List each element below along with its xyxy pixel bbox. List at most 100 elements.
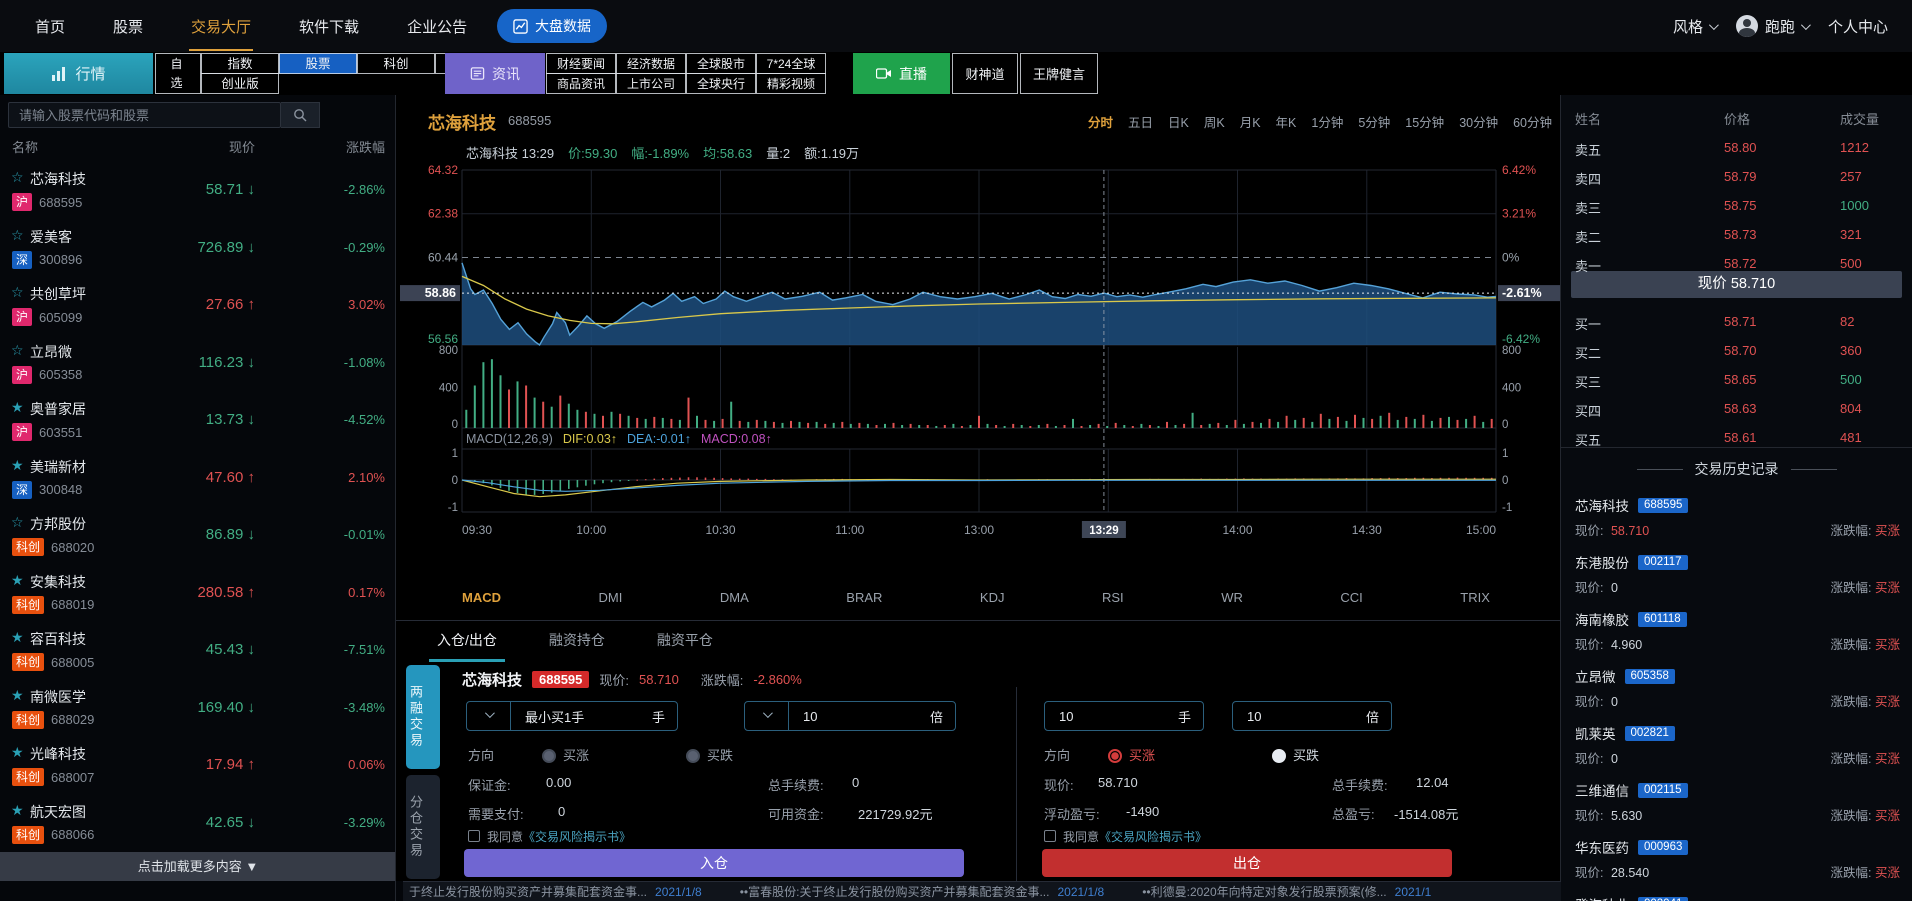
trade-tab-2[interactable]: 融资持仓 (541, 630, 613, 662)
history-item[interactable]: 芯海科技688595现价: 58.710涨跌幅: 买涨 (1561, 489, 1912, 546)
side-tab-1[interactable]: 两融交易 (406, 665, 440, 769)
market-tab-row2-1[interactable]: 创业版 (201, 73, 279, 94)
star-filled-icon[interactable]: ★ (11, 687, 24, 704)
wangpai-tab[interactable]: 王牌健言 (1020, 53, 1098, 94)
close-leverage-input[interactable]: 10 倍 (1232, 701, 1392, 731)
buy-up-radio-selected[interactable]: 买涨 (1108, 745, 1155, 764)
news-tab-财经要闻[interactable]: 财经要闻 (546, 53, 616, 74)
trade-tab-3[interactable]: 融资平仓 (649, 630, 721, 662)
style-menu[interactable]: 风格 (1673, 16, 1716, 37)
star-outline-icon[interactable]: ☆ (11, 227, 24, 244)
intraday-chart[interactable]: 64.3262.3860.4458.8656.566.42%3.21%0%-2.… (396, 160, 1561, 550)
stock-row[interactable]: ☆方邦股份科创68802086.89 ↓-0.01% (0, 507, 396, 565)
news-tab-全球央行[interactable]: 全球央行 (686, 73, 756, 94)
history-item[interactable]: 三维通信002115现价: 5.630涨跌幅: 买涨 (1561, 774, 1912, 831)
close-quantity-input[interactable]: 10 手 (1044, 701, 1204, 731)
news-ticker[interactable]: 于终止发行股份购买资产并募集配套资金事...2021/1/8 ••富春股份:关于终… (403, 881, 1561, 901)
star-filled-icon[interactable]: ★ (11, 802, 24, 819)
period-tab-年K[interactable]: 年K (1276, 112, 1297, 131)
load-more-button[interactable]: 点击加载更多内容 ▼ (0, 852, 396, 881)
ticker-item[interactable]: ••利德曼:2020年向特定对象发行股票预案(修...2021/1 (1142, 883, 1431, 900)
news-tab-商品资讯[interactable]: 商品资讯 (546, 73, 616, 94)
buy-down-radio[interactable]: 买跌 (1272, 745, 1319, 764)
news-tab-7*24全球[interactable]: 7*24全球 (756, 53, 826, 74)
stock-row[interactable]: ☆共创草坪沪60509927.66 ↑3.02% (0, 277, 396, 335)
period-tab-1分钟[interactable]: 1分钟 (1311, 112, 1343, 131)
watchlist-tab[interactable]: 自选 (155, 53, 201, 94)
indicator-tab-WR[interactable]: WR (1221, 590, 1243, 605)
quantity-select[interactable]: 最小买1手 手 (466, 701, 678, 731)
news-tab-经济数据[interactable]: 经济数据 (616, 53, 686, 74)
nav-item-3[interactable]: 交易大厅 (189, 2, 253, 51)
news-button[interactable]: 资讯 (445, 53, 545, 94)
leverage-select[interactable]: 10 倍 (744, 701, 956, 731)
news-tab-上市公司[interactable]: 上市公司 (616, 73, 686, 94)
risk-agreement-link[interactable]: 《交易风险揭示书》 (523, 830, 631, 844)
open-position-button[interactable]: 入仓 (464, 849, 964, 877)
indicator-tab-CCI[interactable]: CCI (1340, 590, 1362, 605)
indicator-tab-KDJ[interactable]: KDJ (980, 590, 1005, 605)
search-input[interactable] (8, 102, 281, 128)
side-tab-2[interactable]: 分仓交易 (406, 775, 440, 879)
nav-item-2[interactable]: 股票 (111, 2, 145, 51)
period-tab-日K[interactable]: 日K (1168, 112, 1189, 131)
history-item[interactable]: 海南橡胶601118现价: 4.960涨跌幅: 买涨 (1561, 603, 1912, 660)
nav-item-5[interactable]: 企业公告 (405, 2, 469, 51)
period-tab-分时[interactable]: 分时 (1088, 112, 1113, 131)
stock-row[interactable]: ★奥普家居沪60355113.73 ↓-4.52% (0, 392, 396, 450)
risk-agreement-link[interactable]: 《交易风险揭示书》 (1099, 830, 1207, 844)
star-outline-icon[interactable]: ☆ (11, 284, 24, 301)
market-tab-3[interactable]: 科创 (357, 53, 435, 74)
ticker-item[interactable]: ••富春股份:关于终止发行股份购买资产并募集配套资金事...2021/1/8 (740, 883, 1104, 900)
history-item[interactable]: 登海种业002041 (1561, 888, 1912, 901)
market-tab-1[interactable]: 指数 (201, 53, 279, 74)
stock-row[interactable]: ★容百科技科创68800545.43 ↓-7.51% (0, 622, 396, 680)
trade-tab-1[interactable]: 入仓/出仓 (429, 630, 505, 662)
history-item[interactable]: 凯莱英002821现价: 0涨跌幅: 买涨 (1561, 717, 1912, 774)
agree-checkbox[interactable]: 我同意《交易风险揭示书》 (1044, 828, 1207, 845)
search-button[interactable] (281, 102, 320, 128)
quotes-button[interactable]: 行情 (4, 53, 153, 94)
period-tab-5分钟[interactable]: 5分钟 (1358, 112, 1390, 131)
stock-row[interactable]: ★光峰科技科创68800717.94 ↑0.06% (0, 737, 396, 795)
personal-center-link[interactable]: 个人中心 (1828, 16, 1888, 37)
period-tab-月K[interactable]: 月K (1240, 112, 1261, 131)
star-filled-icon[interactable]: ★ (11, 399, 24, 416)
star-outline-icon[interactable]: ☆ (11, 342, 24, 359)
buy-up-radio[interactable]: 买涨 (542, 745, 589, 764)
indicator-tab-TRIX[interactable]: TRIX (1460, 590, 1490, 605)
period-tab-30分钟[interactable]: 30分钟 (1459, 112, 1498, 131)
stock-row[interactable]: ★安集科技科创688019280.58 ↑0.17% (0, 565, 396, 623)
indicator-tab-DMA[interactable]: DMA (720, 590, 749, 605)
stock-row[interactable]: ☆爱美客深300896726.89 ↓-0.29% (0, 220, 396, 278)
star-filled-icon[interactable]: ★ (11, 572, 24, 589)
history-item[interactable]: 立昂微605358现价: 0涨跌幅: 买涨 (1561, 660, 1912, 717)
user-menu[interactable]: 跑跑 (1736, 15, 1808, 37)
history-item[interactable]: 东港股份002117现价: 0涨跌幅: 买涨 (1561, 546, 1912, 603)
history-item[interactable]: 华东医药000963现价: 28.540涨跌幅: 买涨 (1561, 831, 1912, 888)
star-filled-icon[interactable]: ★ (11, 744, 24, 761)
nav-item-1[interactable]: 首页 (33, 2, 67, 51)
stock-row[interactable]: ★南微医学科创688029169.40 ↓-3.48% (0, 680, 396, 738)
ticker-item[interactable]: 于终止发行股份购买资产并募集配套资金事...2021/1/8 (409, 883, 702, 900)
period-tab-五日[interactable]: 五日 (1128, 112, 1153, 131)
indicator-tab-BRAR[interactable]: BRAR (846, 590, 882, 605)
stock-row[interactable]: ☆立昂微沪605358116.23 ↓-1.08% (0, 335, 396, 393)
live-button[interactable]: 直播 (853, 53, 950, 94)
star-outline-icon[interactable]: ☆ (11, 514, 24, 531)
news-tab-精彩视频[interactable]: 精彩视频 (756, 73, 826, 94)
market-tab-2[interactable]: 股票 (279, 53, 357, 74)
period-tab-60分钟[interactable]: 60分钟 (1513, 112, 1552, 131)
stock-row[interactable]: ☆芯海科技沪68859558.71 ↓-2.86% (0, 162, 396, 220)
indicator-tab-DMI[interactable]: DMI (599, 590, 623, 605)
stock-row[interactable]: ★航天宏图科创68806642.65 ↓-3.29% (0, 795, 396, 853)
agree-checkbox[interactable]: 我同意《交易风险揭示书》 (468, 828, 631, 845)
buy-down-radio[interactable]: 买跌 (686, 745, 733, 764)
star-filled-icon[interactable]: ★ (11, 629, 24, 646)
nav-item-4[interactable]: 软件下载 (297, 2, 361, 51)
close-position-button[interactable]: 出仓 (1042, 849, 1452, 877)
market-data-button[interactable]: 大盘数据 (497, 9, 607, 43)
caishendao-tab[interactable]: 财神道 (952, 53, 1018, 94)
period-tab-15分钟[interactable]: 15分钟 (1405, 112, 1444, 131)
news-tab-全球股市[interactable]: 全球股市 (686, 53, 756, 74)
